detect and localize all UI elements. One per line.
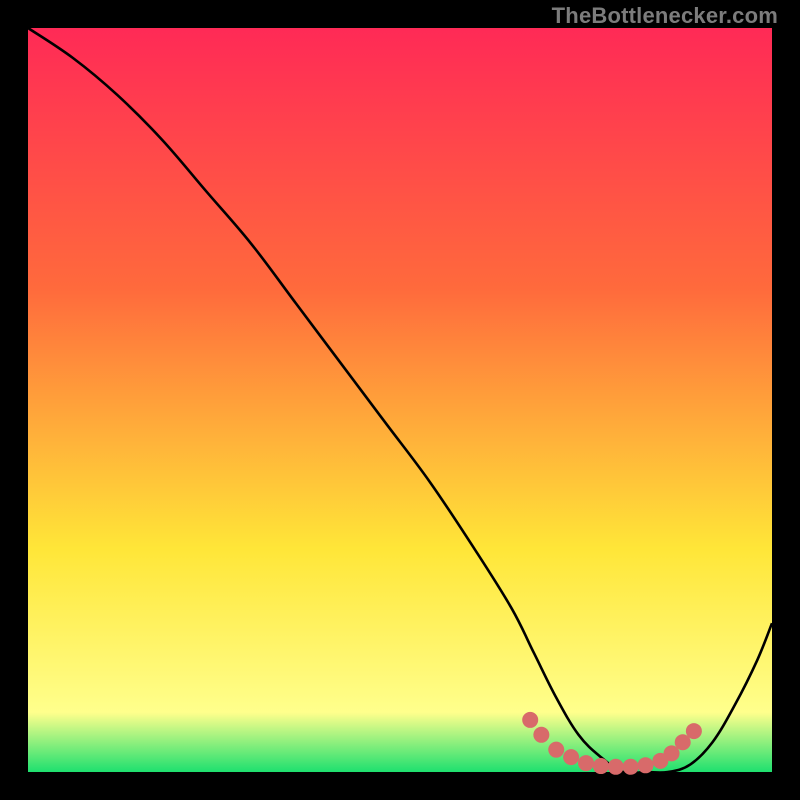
optimal-marker (522, 712, 538, 728)
attribution-text: TheBottlenecker.com (552, 3, 778, 29)
optimal-marker (638, 757, 654, 773)
optimal-marker (563, 749, 579, 765)
plot-gradient-bg (28, 28, 772, 772)
optimal-marker (533, 727, 549, 743)
optimal-marker (548, 742, 564, 758)
optimal-marker (686, 723, 702, 739)
bottleneck-chart (0, 0, 800, 800)
optimal-marker (578, 755, 594, 771)
chart-frame: TheBottlenecker.com (0, 0, 800, 800)
optimal-marker (623, 759, 639, 775)
optimal-marker (608, 759, 624, 775)
optimal-marker (593, 758, 609, 774)
